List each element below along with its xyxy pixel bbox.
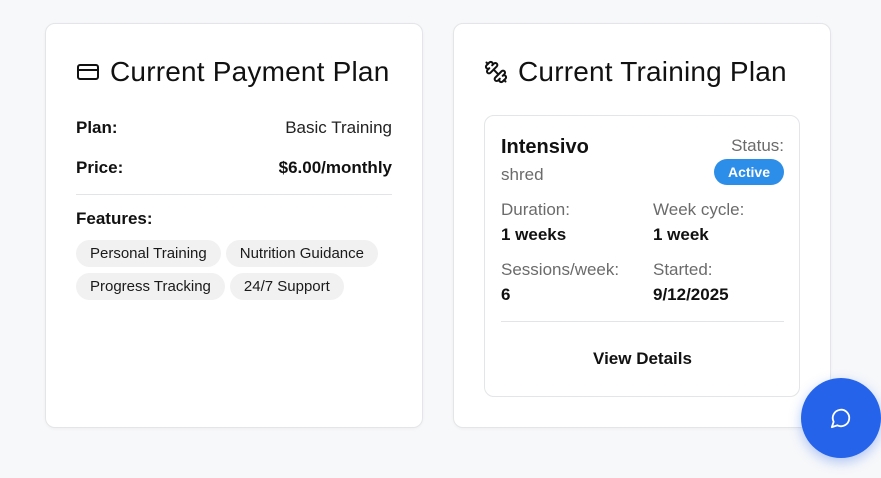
features-list: Personal Training Nutrition Guidance Pro… xyxy=(76,240,396,300)
payment-plan-title: Current Payment Plan xyxy=(76,56,389,88)
dumbbell-icon xyxy=(484,60,508,84)
payment-plan-title-text: Current Payment Plan xyxy=(110,56,390,87)
features-label: Features: xyxy=(76,209,153,228)
training-plan-name: Intensivo xyxy=(501,136,589,158)
credit-card-icon xyxy=(76,60,100,84)
duration-label: Duration: xyxy=(501,200,570,219)
price-row: Price: $6.00/monthly xyxy=(76,158,392,178)
feature-chip: Personal Training xyxy=(76,240,221,267)
week-cycle-value: 1 week xyxy=(653,225,709,244)
payment-plan-card: Current Payment Plan Plan: Basic Trainin… xyxy=(45,23,423,428)
training-plan-title: Current Training Plan xyxy=(484,56,787,88)
plan-label: Plan: xyxy=(76,118,118,137)
divider xyxy=(76,194,392,195)
sessions-value: 6 xyxy=(501,285,511,304)
plan-value: Basic Training xyxy=(285,118,392,137)
price-value: $6.00/monthly xyxy=(278,158,392,177)
started-label: Started: xyxy=(653,260,713,279)
training-plan-title-text: Current Training Plan xyxy=(518,56,787,87)
training-plan-subtitle: shred xyxy=(501,165,544,184)
training-plan-details: Intensivo shred Status: Active Duration:… xyxy=(484,115,800,397)
view-details-button[interactable]: View Details xyxy=(501,338,784,380)
price-label: Price: xyxy=(76,158,124,177)
chat-button[interactable] xyxy=(801,378,881,458)
feature-chip: 24/7 Support xyxy=(229,273,344,300)
feature-chip: Progress Tracking xyxy=(76,273,225,300)
training-plan-card: Current Training Plan Intensivo shred St… xyxy=(453,23,831,428)
week-cycle-label: Week cycle: xyxy=(653,200,745,219)
started-value: 9/12/2025 xyxy=(653,285,729,304)
divider xyxy=(501,321,784,322)
plan-row: Plan: Basic Training xyxy=(76,118,392,138)
status-label: Status: xyxy=(731,136,784,155)
feature-chip: Nutrition Guidance xyxy=(225,240,378,267)
duration-value: 1 weeks xyxy=(501,225,567,244)
status-badge: Active xyxy=(713,159,784,185)
chat-bubble-icon xyxy=(830,407,852,429)
sessions-label: Sessions/week: xyxy=(501,260,620,279)
